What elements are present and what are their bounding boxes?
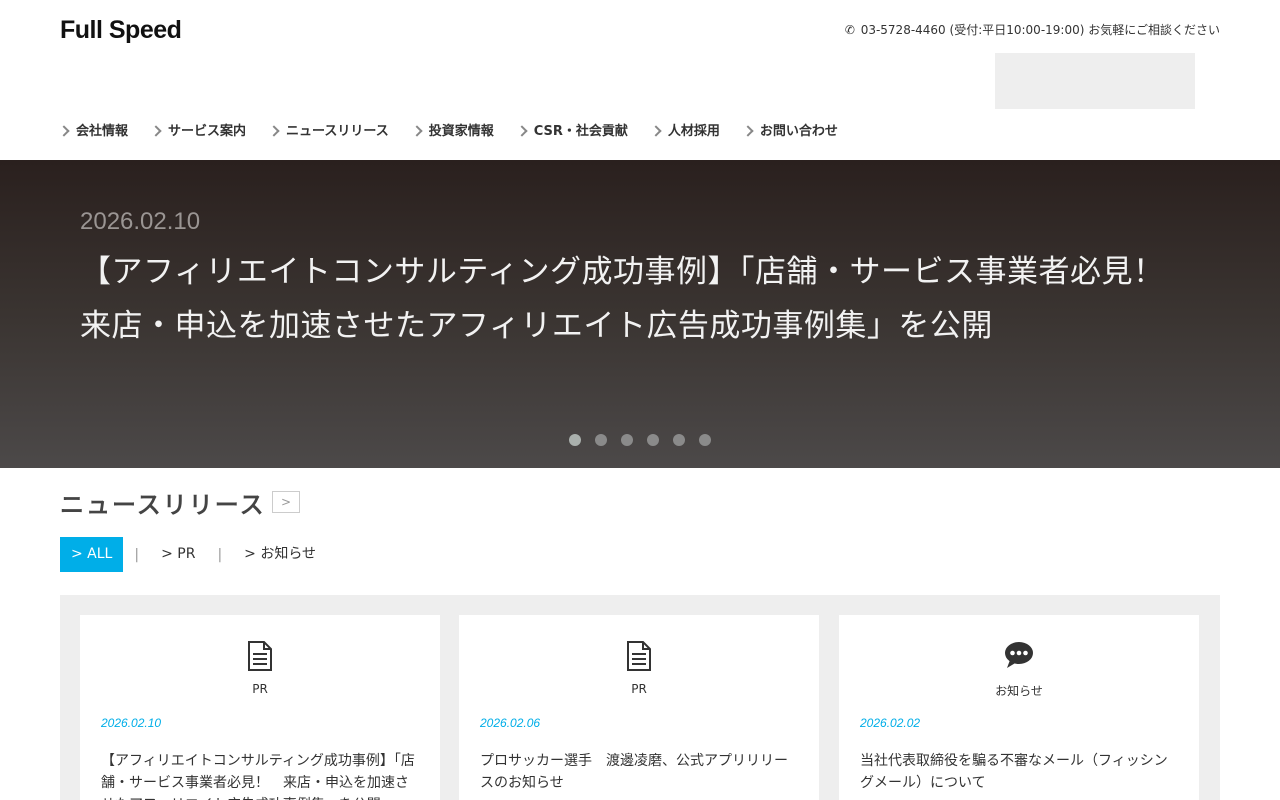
nav-item-investors[interactable]: 投資家情報 bbox=[411, 118, 494, 140]
hero-date: 2026.02.10 bbox=[80, 208, 201, 235]
document-icon bbox=[248, 641, 272, 671]
phone-text: 03-5728-4460 (受付:平日10:00-19:00) お気軽にご相談く… bbox=[860, 23, 1220, 37]
nav-item-services[interactable]: サービス案内 bbox=[150, 118, 247, 140]
chevron-right-icon bbox=[742, 125, 754, 137]
nav-item-recruit[interactable]: 人材採用 bbox=[650, 118, 720, 140]
news-filters: > ALL | > PR | > お知らせ bbox=[60, 537, 327, 572]
slider-dot[interactable] bbox=[595, 434, 607, 446]
filter-all[interactable]: > ALL bbox=[60, 537, 124, 572]
nav-label: ニュースリリース bbox=[286, 123, 389, 139]
phone-icon: ✆ bbox=[844, 23, 855, 37]
news-card[interactable]: お知らせ 2026.02.02 当社代表取締役を騙る不審なメール（フィッシングメ… bbox=[839, 615, 1199, 800]
news-more-button[interactable]: > bbox=[272, 491, 300, 513]
nav-label: お問い合わせ bbox=[759, 123, 838, 139]
slider-dot[interactable] bbox=[621, 434, 633, 446]
nav-label: 人材採用 bbox=[667, 123, 720, 139]
slider-dot[interactable] bbox=[673, 434, 685, 446]
chevron-right-icon bbox=[150, 125, 162, 137]
card-title[interactable]: 当社代表取締役を騙る不審なメール（フィッシングメール）について bbox=[860, 750, 1180, 794]
card-title[interactable]: 【アフィリエイトコンサルティング成功事例】「店舗・サービス事業者必見！ 来店・申… bbox=[101, 750, 421, 800]
card-category: PR bbox=[252, 682, 268, 696]
hero-title[interactable]: 【アフィリエイトコンサルティング成功事例】「店舗・サービス事業者必見！ 来店・申… bbox=[80, 245, 1196, 353]
site-logo[interactable]: Full Speed bbox=[60, 16, 182, 45]
card-date: 2026.02.06 bbox=[480, 716, 541, 730]
nav-label: 会社情報 bbox=[76, 123, 129, 139]
filter-pr[interactable]: > PR bbox=[150, 537, 206, 572]
slider-dot[interactable] bbox=[647, 434, 659, 446]
nav-item-company[interactable]: 会社情報 bbox=[58, 118, 129, 140]
phone-contact: ✆ 03-5728-4460 (受付:平日10:00-19:00) お気軽にご相… bbox=[845, 21, 1220, 38]
hero-slider[interactable]: 2026.02.10 【アフィリエイトコンサルティング成功事例】「店舗・サービス… bbox=[0, 160, 1280, 468]
chevron-right-icon bbox=[58, 125, 70, 137]
filter-notice[interactable]: > お知らせ bbox=[233, 537, 327, 572]
news-card[interactable]: PR 2026.02.06 プロサッカー選手 渡邊凌磨、公式アプリリリースのお知… bbox=[459, 615, 819, 800]
slider-dot[interactable] bbox=[569, 434, 581, 446]
card-date: 2026.02.10 bbox=[101, 716, 162, 730]
nav-label: CSR・社会貢献 bbox=[533, 123, 628, 139]
site-header: Full Speed ✆ 03-5728-4460 (受付:平日10:00-19… bbox=[0, 0, 1280, 160]
slider-dots bbox=[569, 434, 725, 446]
chat-bubble-icon bbox=[1005, 642, 1033, 668]
chevron-right-icon bbox=[268, 125, 280, 137]
nav-label: サービス案内 bbox=[168, 123, 247, 139]
filter-separator: | bbox=[134, 546, 140, 563]
slider-dot[interactable] bbox=[699, 434, 711, 446]
card-date: 2026.02.02 bbox=[860, 716, 921, 730]
nav-item-news[interactable]: ニュースリリース bbox=[268, 118, 389, 140]
document-icon bbox=[627, 641, 651, 671]
chevron-right-icon bbox=[650, 125, 662, 137]
chevron-right-icon bbox=[516, 125, 528, 137]
main-nav: 会社情報 サービス案内 ニュースリリース 投資家情報 CSR・社会貢献 人材採用… bbox=[58, 118, 862, 140]
nav-item-contact[interactable]: お問い合わせ bbox=[742, 118, 838, 140]
nav-label: 投資家情報 bbox=[428, 123, 494, 139]
search-box[interactable] bbox=[995, 53, 1195, 109]
news-card[interactable]: PR 2026.02.10 【アフィリエイトコンサルティング成功事例】「店舗・サ… bbox=[80, 615, 440, 800]
nav-item-csr[interactable]: CSR・社会貢献 bbox=[516, 118, 628, 140]
card-category: お知らせ bbox=[995, 684, 1043, 698]
chevron-right-icon bbox=[411, 125, 423, 137]
news-cards: PR 2026.02.10 【アフィリエイトコンサルティング成功事例】「店舗・サ… bbox=[60, 595, 1220, 800]
card-category: PR bbox=[631, 682, 647, 696]
filter-separator: | bbox=[217, 546, 223, 563]
news-section-title: ニュースリリース bbox=[60, 491, 266, 519]
card-title[interactable]: プロサッカー選手 渡邊凌磨、公式アプリリリースのお知らせ bbox=[480, 750, 800, 794]
